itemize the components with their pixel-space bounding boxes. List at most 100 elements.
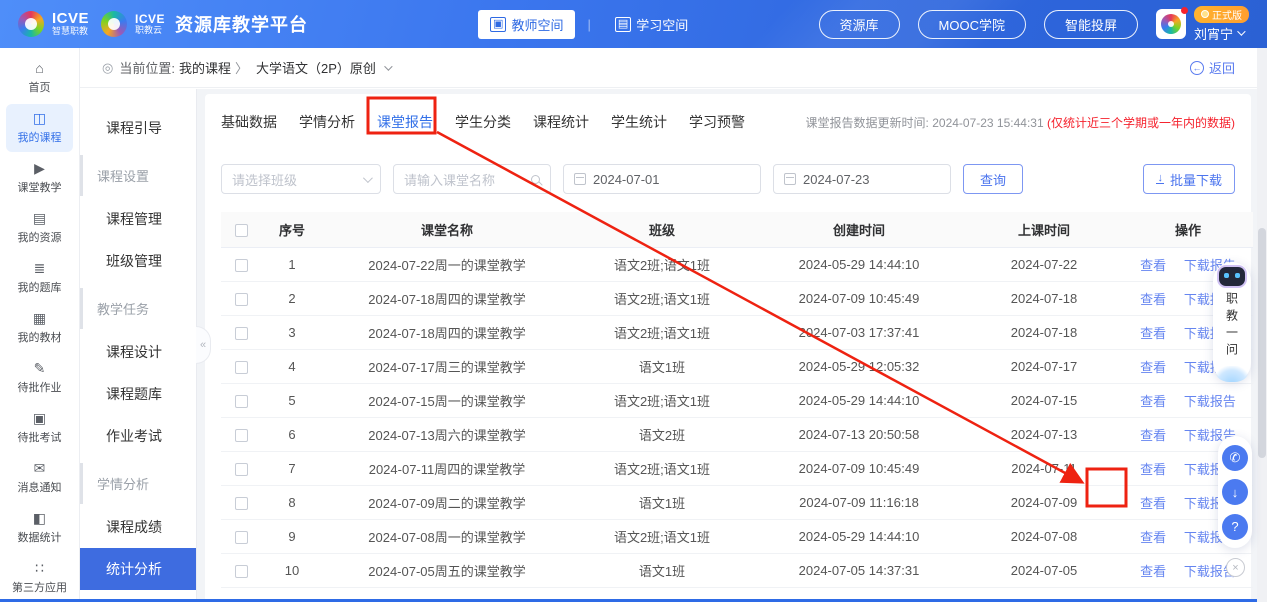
tab[interactable]: 基础数据 [221,106,277,138]
header-lesson-time: 上课时间 [965,212,1123,247]
breadcrumb-chevron-down-icon[interactable] [384,62,392,70]
cell-created-time: 2024-07-09 10:45:49 [753,281,965,315]
platform-title: 资源库教学平台 [175,11,308,37]
rail-item[interactable]: ✎ 待批作业 [6,354,73,402]
table-row: 8 2024-07-09周二的课堂教学 语文1班 2024-07-09 11:1… [221,485,1253,519]
view-link[interactable]: 查看 [1140,258,1166,273]
back-button[interactable]: ← 返回 [1190,58,1235,77]
rail-item[interactable]: ▤ 我的资源 [6,204,73,252]
header-pill-button[interactable]: 资源库 [819,10,900,39]
homework-icon: ✎ [34,361,46,376]
search-icon[interactable] [531,175,540,184]
help-button[interactable]: ? [1222,514,1248,540]
sidebar-item[interactable]: 课程成绩 [80,506,196,548]
row-checkbox[interactable] [235,395,248,408]
textbook-icon: ▦ [33,311,46,326]
zhijiao-assistant-widget[interactable]: 职教一问 [1213,262,1251,382]
zhijiaoyun-logo-icon [101,11,127,37]
view-link[interactable]: 查看 [1140,428,1166,443]
tab[interactable]: 学情分析 [299,106,355,138]
scrollbar-thumb[interactable] [1258,228,1266,458]
location-pin-icon: ◎ [102,60,113,76]
sidebar-item[interactable]: 课程管理 [80,198,196,240]
sidebar-item[interactable]: 课程设计 [80,331,196,373]
tab[interactable]: 学生统计 [611,106,667,138]
rail-item[interactable]: ✉ 消息通知 [6,454,73,502]
nav-separator: | [587,17,590,32]
rail-item[interactable]: ∷ 第三方应用 [6,554,73,602]
rail-item[interactable]: ⌂ 首页 [6,54,73,102]
username-dropdown[interactable]: 刘宵宁 [1194,24,1243,43]
row-checkbox[interactable] [235,497,248,510]
download-center-button[interactable]: ↓ [1222,479,1248,505]
rail-item[interactable]: ◧ 数据统计 [6,504,73,552]
date-start-input[interactable]: 2024-07-01 [563,164,761,194]
row-checkbox-cell [221,553,261,587]
brand1-name: ICVE [52,11,89,27]
sidebar-item[interactable]: 课程设置 [80,155,196,196]
batch-download-button[interactable]: ↓ 批量下载 [1143,164,1235,194]
customer-service-button[interactable]: ✆ [1222,445,1248,471]
view-link[interactable]: 查看 [1140,564,1166,579]
header-classroom-name: 课堂名称 [323,212,571,247]
row-checkbox[interactable] [235,293,248,306]
header-nav: ▣ 教师空间 | ▤ 学习空间 [478,10,700,39]
view-link[interactable]: 查看 [1140,326,1166,341]
breadcrumb-course[interactable]: 大学语文（2P）原创 [256,58,376,77]
rail-item[interactable]: ◫ 我的课程 [6,104,73,152]
nav-teacher-space[interactable]: ▣ 教师空间 [478,10,575,39]
view-link[interactable]: 查看 [1140,360,1166,375]
user-avatar[interactable] [1156,9,1186,39]
sidebar-item[interactable]: 课程引导 [80,107,196,149]
cell-created-time: 2024-05-29 14:44:10 [753,519,965,553]
sidebar-item[interactable]: 课程题库 [80,373,196,415]
row-checkbox-cell [221,349,261,383]
header-index: 序号 [261,212,323,247]
header-pill-button[interactable]: MOOC学院 [918,10,1026,39]
rail-item[interactable]: ≣ 我的题库 [6,254,73,302]
cell-lesson-time: 2024-07-08 [965,519,1123,553]
sidebar-item[interactable]: 作业考试 [80,415,196,457]
breadcrumb-course-group[interactable]: 我的课程 [179,58,231,77]
sidebar-item[interactable]: 统计分析 [80,548,196,590]
sidebar-item[interactable]: 班级管理 [80,240,196,282]
view-link[interactable]: 查看 [1140,394,1166,409]
tab[interactable]: 课堂报告 [377,106,433,138]
rail-item[interactable]: ▦ 我的教材 [6,304,73,352]
classroom-name-input[interactable]: 请输入课堂名称 [393,164,551,194]
rail-item[interactable]: ▣ 待批考试 [6,404,73,452]
view-link[interactable]: 查看 [1140,496,1166,511]
cell-class: 语文1班 [571,349,753,383]
scrollbar-track[interactable] [1257,48,1267,602]
sidebar-item[interactable]: 学情分析 [80,463,196,504]
close-floating-button[interactable]: × [1226,558,1245,577]
row-checkbox[interactable] [235,361,248,374]
row-checkbox[interactable] [235,463,248,476]
row-checkbox[interactable] [235,429,248,442]
query-button[interactable]: 查询 [963,164,1023,194]
row-checkbox[interactable] [235,565,248,578]
select-all-checkbox[interactable] [235,224,248,237]
row-checkbox[interactable] [235,327,248,340]
row-checkbox[interactable] [235,531,248,544]
download-report-link[interactable]: 下载报告 [1184,394,1236,409]
tab[interactable]: 学生分类 [455,106,511,138]
cell-index: 3 [261,315,323,349]
nav-learning-space[interactable]: ▤ 学习空间 [603,10,700,39]
header-right: 资源库 MOOC学院 智能投屏 正式版 刘宵宁 [819,6,1249,43]
cell-index: 9 [261,519,323,553]
class-select[interactable]: 请选择班级 [221,164,381,194]
user-box[interactable]: 正式版 刘宵宁 [1156,6,1249,43]
tab[interactable]: 课程统计 [533,106,589,138]
rail-item-label: 第三方应用 [12,579,67,595]
tab[interactable]: 学习预警 [689,106,745,138]
view-link[interactable]: 查看 [1140,530,1166,545]
view-link[interactable]: 查看 [1140,462,1166,477]
row-checkbox[interactable] [235,259,248,272]
rail-item[interactable]: ▶ 课堂教学 [6,154,73,202]
date-end-input[interactable]: 2024-07-23 [773,164,951,194]
header-pill-button[interactable]: 智能投屏 [1044,10,1138,39]
version-badge-label: 正式版 [1212,7,1242,22]
view-link[interactable]: 查看 [1140,292,1166,307]
sidebar-item[interactable]: 教学任务 [80,288,196,329]
